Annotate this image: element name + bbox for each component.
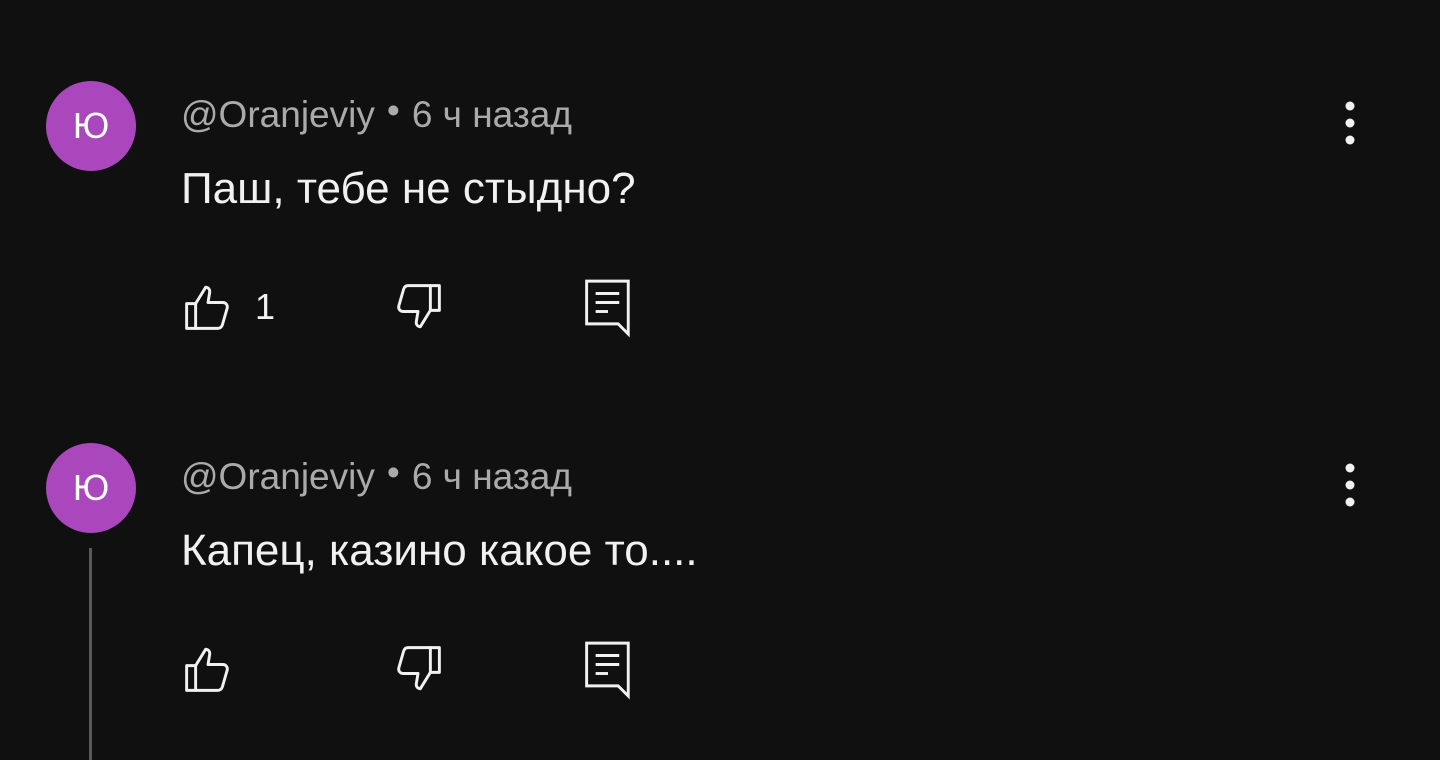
like-count: 1 [255,286,276,327]
author-name[interactable]: @Oranjeviy [181,456,375,497]
comment-time: 6 ч назад [411,94,572,135]
thumb-down-icon [391,642,445,696]
meta-separator: • [386,452,400,493]
reply-button[interactable] [581,637,635,701]
comment-actions: 1 [181,275,681,339]
thumb-up-icon [181,280,235,334]
reply-button[interactable] [581,275,635,339]
more-vert-icon [1343,462,1357,513]
comment-time: 6 ч назад [411,456,572,497]
comment: Ю @Oranjeviy • 6 ч назад Капец, казино как… [0,443,1440,743]
more-options-button[interactable] [1326,457,1374,517]
dislike-button[interactable] [391,639,445,699]
comment-text: Капец, казино какое то.... [181,526,698,575]
more-options-button[interactable] [1326,95,1374,155]
dislike-button[interactable] [391,277,445,337]
meta-separator: • [386,90,400,131]
comment-meta: @Oranjeviy • 6 ч назад [181,90,572,139]
more-vert-icon [1343,100,1357,151]
thumb-down-icon [391,280,445,334]
thread-line [89,548,92,760]
comment: Ю @Oranjeviy • 6 ч назад Паш, тебе не стыд… [0,81,1440,381]
author-name[interactable]: @Oranjeviy [181,94,375,135]
comment-actions [181,637,681,701]
comment-meta: @Oranjeviy • 6 ч назад [181,452,572,501]
avatar[interactable]: Ю [46,81,136,171]
reply-icon [581,637,635,701]
comments-screen: Ю @Oranjeviy • 6 ч назад Паш, тебе не стыд… [0,0,1440,760]
avatar[interactable]: Ю [46,443,136,533]
thumb-up-icon [181,642,235,696]
reply-icon [581,275,635,339]
like-button[interactable] [181,639,255,699]
like-button[interactable]: 1 [181,277,275,337]
comment-text: Паш, тебе не стыдно? [181,164,636,213]
